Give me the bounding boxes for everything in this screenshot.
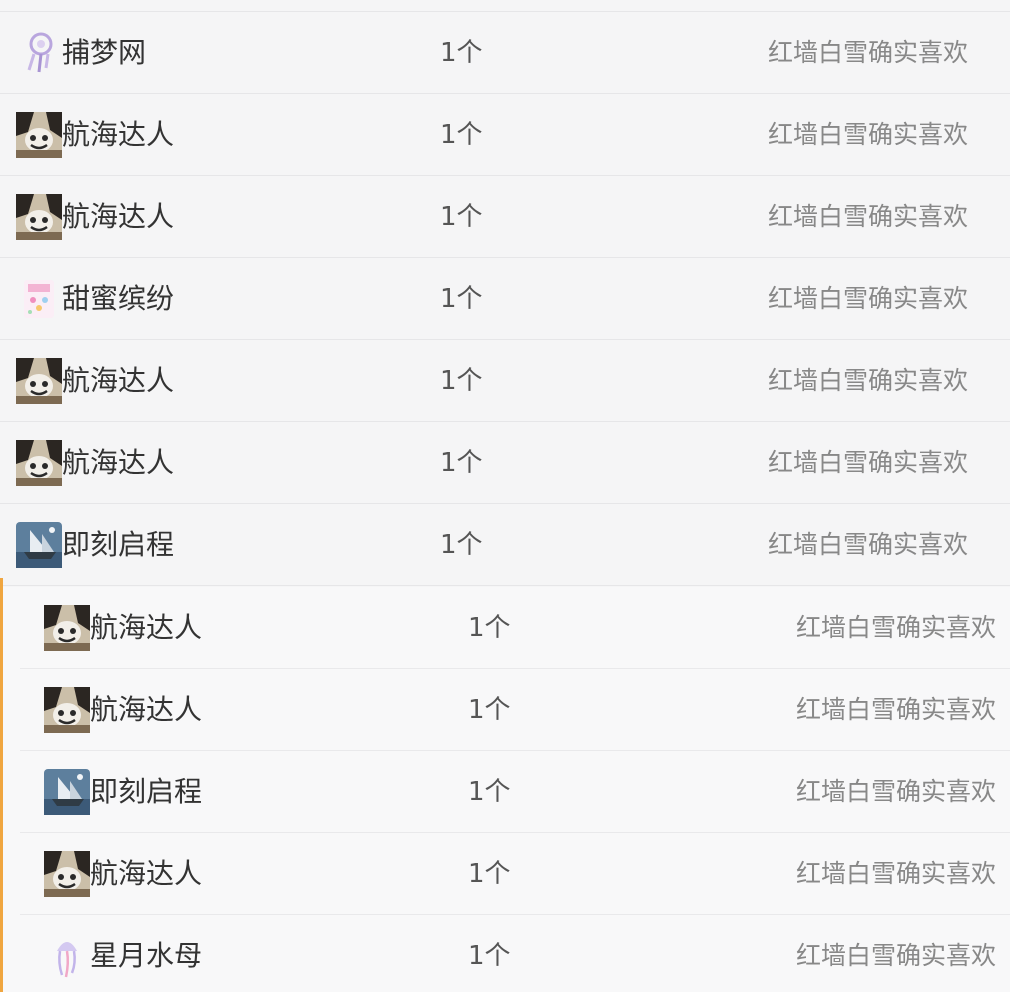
sender-name: 红墙白雪确实喜欢 bbox=[767, 120, 968, 149]
gift-name: 捕梦网 bbox=[62, 36, 147, 69]
jellyfish-icon bbox=[44, 933, 90, 979]
sender-name: 红墙白雪确实喜欢 bbox=[767, 366, 968, 395]
gift-name: 航海达人 bbox=[90, 857, 203, 890]
sender-name: 红墙白雪确实喜欢 bbox=[795, 777, 996, 806]
gift-row[interactable]: 甜蜜缤纷 1个 红墙白雪确实喜欢 bbox=[0, 258, 1010, 340]
set-sail-ship-icon bbox=[44, 769, 90, 815]
gift-count: 1个 bbox=[468, 695, 511, 725]
sender-name: 红墙白雪确实喜欢 bbox=[795, 941, 996, 970]
gift-count: 1个 bbox=[440, 38, 483, 68]
gift-name: 航海达人 bbox=[62, 446, 175, 479]
sub-gift-row[interactable]: 航海达人 1个 红墙白雪确实喜欢 bbox=[20, 669, 1010, 751]
navigator-icon bbox=[16, 358, 62, 404]
gift-count: 1个 bbox=[440, 366, 483, 396]
gift-row[interactable]: 航海达人 1个 红墙白雪确实喜欢 bbox=[0, 422, 1010, 504]
sender-name: 红墙白雪确实喜欢 bbox=[795, 613, 996, 642]
gift-row[interactable]: 航海达人 1个 红墙白雪确实喜欢 bbox=[0, 340, 1010, 422]
gift-name: 航海达人 bbox=[90, 693, 203, 726]
group-indicator-bar bbox=[0, 578, 3, 992]
gift-name: 航海达人 bbox=[62, 118, 175, 151]
gift-row[interactable]: 航海达人 1个 红墙白雪确实喜欢 bbox=[0, 176, 1010, 258]
sub-gift-row[interactable]: 航海达人 1个 红墙白雪确实喜欢 bbox=[20, 587, 1010, 669]
navigator-icon bbox=[44, 851, 90, 897]
gift-count: 1个 bbox=[440, 202, 483, 232]
navigator-icon bbox=[44, 605, 90, 651]
sender-name: 红墙白雪确实喜欢 bbox=[767, 284, 968, 313]
gift-name: 星月水母 bbox=[90, 939, 203, 972]
gift-count: 1个 bbox=[440, 530, 483, 560]
navigator-icon bbox=[44, 687, 90, 733]
gift-count: 1个 bbox=[468, 613, 511, 643]
gift-row[interactable]: 航海达人 1个 红墙白雪确实喜欢 bbox=[0, 94, 1010, 176]
gift-count: 1个 bbox=[440, 284, 483, 314]
gift-count: 1个 bbox=[468, 777, 511, 807]
navigator-icon bbox=[16, 440, 62, 486]
gift-count: 1个 bbox=[440, 448, 483, 478]
gift-name: 即刻启程 bbox=[90, 775, 203, 808]
gift-name: 航海达人 bbox=[62, 364, 175, 397]
set-sail-ship-icon bbox=[16, 522, 62, 568]
gift-name: 航海达人 bbox=[90, 611, 203, 644]
gift-row[interactable]: 即刻启程 1个 红墙白雪确实喜欢 bbox=[0, 504, 1010, 586]
navigator-icon bbox=[16, 194, 62, 240]
navigator-icon bbox=[16, 112, 62, 158]
sender-name: 红墙白雪确实喜欢 bbox=[767, 448, 968, 477]
gift-list: 捕梦网 1个 红墙白雪确实喜欢 航海达人 1个 红墙白雪确实喜欢 航海达人 1个… bbox=[0, 0, 1010, 992]
candy-confetti-icon bbox=[16, 276, 62, 322]
sender-name: 红墙白雪确实喜欢 bbox=[767, 202, 968, 231]
sub-gift-row[interactable]: 即刻启程 1个 红墙白雪确实喜欢 bbox=[20, 751, 1010, 833]
sender-name: 红墙白雪确实喜欢 bbox=[795, 859, 996, 888]
gift-name: 即刻启程 bbox=[62, 528, 175, 561]
sender-name: 红墙白雪确实喜欢 bbox=[767, 38, 968, 67]
gift-count: 1个 bbox=[440, 120, 483, 150]
gift-name: 航海达人 bbox=[62, 200, 175, 233]
sub-gift-row[interactable]: 星月水母 1个 红墙白雪确实喜欢 bbox=[20, 915, 1010, 992]
dreamcatcher-icon bbox=[16, 30, 62, 76]
sender-name: 红墙白雪确实喜欢 bbox=[767, 530, 968, 559]
sender-name: 红墙白雪确实喜欢 bbox=[795, 695, 996, 724]
sub-gift-row[interactable]: 航海达人 1个 红墙白雪确实喜欢 bbox=[20, 833, 1010, 915]
gift-row[interactable]: 捕梦网 1个 红墙白雪确实喜欢 bbox=[0, 12, 1010, 94]
gift-count: 1个 bbox=[468, 859, 511, 889]
gift-name: 甜蜜缤纷 bbox=[62, 282, 175, 315]
gift-count: 1个 bbox=[468, 941, 511, 971]
